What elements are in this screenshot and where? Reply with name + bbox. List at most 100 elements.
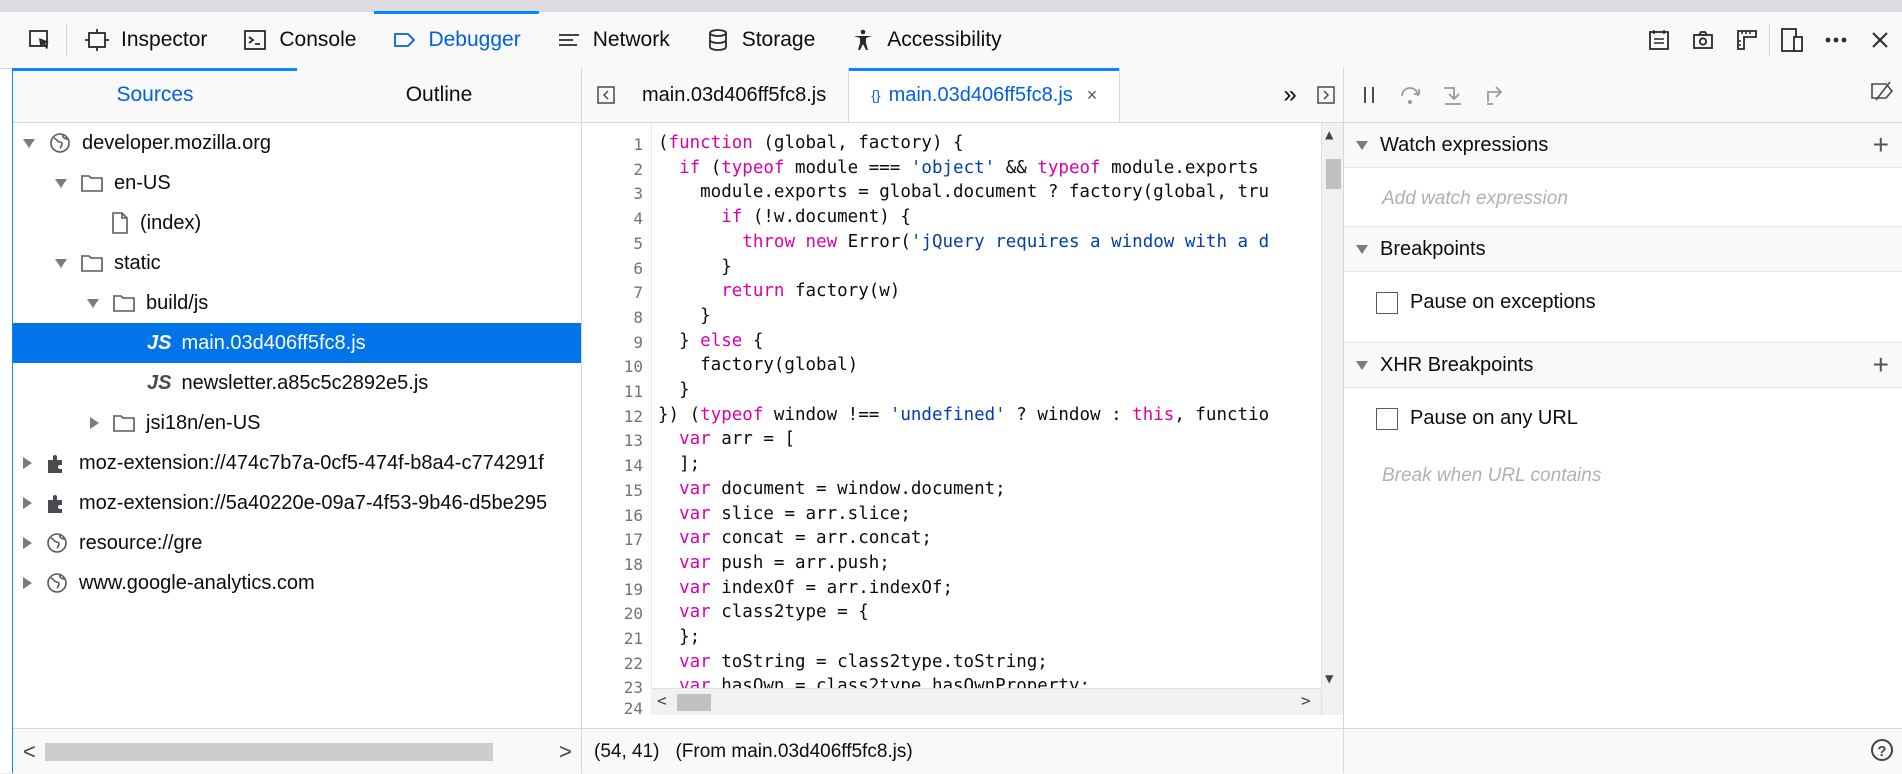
code-line: return factory(w)	[721, 281, 901, 302]
rulers-button[interactable]	[1725, 29, 1769, 51]
tab-outline[interactable]: Outline	[297, 68, 581, 122]
tab-storage-label: Storage	[741, 28, 816, 51]
code-line: if (!w.document) {	[721, 207, 911, 228]
tab-inspector[interactable]: Inspector	[67, 12, 225, 68]
tree-item[interactable]: (index)	[13, 203, 581, 243]
editor-tab-label: main.03d406ff5fc8.js	[888, 83, 1073, 106]
scroll-up-icon[interactable]: ▲	[1325, 127, 1333, 143]
breakpoints-header[interactable]: Breakpoints	[1344, 226, 1902, 272]
pause-on-exceptions-checkbox[interactable]: Pause on exceptions	[1376, 291, 1596, 314]
tree-item[interactable]: moz-extension://5a40220e-09a7-4f53-9b46-…	[13, 483, 581, 523]
add-xhr-breakpoint-icon[interactable]: +	[1873, 349, 1889, 381]
watch-expression-input[interactable]: Add watch expression	[1382, 188, 1568, 210]
tree-item-label: jsi18n/en-US	[146, 411, 261, 434]
scroll-left-icon[interactable]: <	[657, 691, 667, 710]
deactivate-breakpoints-icon	[1870, 80, 1894, 102]
collapse-right-pane-icon	[1317, 86, 1335, 104]
tree-item[interactable]: build/js	[13, 283, 581, 323]
code-line: }	[658, 380, 690, 400]
globe-icon	[46, 572, 68, 594]
tree-item-label: en-US	[114, 171, 171, 194]
line-number: 7	[633, 283, 643, 303]
watch-expressions-header[interactable]: Watch expressions +	[1344, 123, 1902, 168]
toggle-sources-button[interactable]	[592, 81, 620, 109]
more-tabs-button[interactable]: »	[1276, 81, 1304, 109]
sources-tabs: Sources Outline	[13, 68, 581, 123]
cursor-position[interactable]: (54, 41)	[594, 741, 659, 763]
code-line: var slice = arr.slice;	[679, 503, 911, 524]
extension-icon	[46, 452, 68, 474]
tree-item-label: developer.mozilla.org	[82, 131, 271, 154]
element-picker-button[interactable]	[0, 12, 66, 68]
responsive-design-button[interactable]	[1770, 27, 1814, 53]
xhr-url-input[interactable]: Break when URL contains	[1382, 465, 1601, 487]
step-in-icon	[1441, 84, 1465, 106]
sources-horizontal-scrollbar[interactable]: < >	[13, 728, 581, 774]
step-in-button[interactable]	[1432, 84, 1474, 106]
tab-debugger[interactable]: Debugger	[374, 11, 539, 68]
expand-arrow-icon	[1356, 244, 1368, 254]
xhr-breakpoints-header[interactable]: XHR Breakpoints +	[1344, 342, 1902, 388]
step-over-button[interactable]	[1390, 84, 1432, 106]
tab-accessibility[interactable]: Accessibility	[833, 12, 1019, 68]
devtools-toolbar: Inspector Console Debugger Network Stora…	[0, 11, 1902, 69]
code-line: } else {	[658, 330, 764, 351]
pause-button[interactable]	[1348, 85, 1390, 105]
tab-network[interactable]: Network	[539, 12, 688, 68]
scrollbar-thumb[interactable]	[1326, 159, 1341, 189]
tree-item-label: build/js	[146, 291, 209, 314]
step-out-button[interactable]	[1474, 84, 1516, 106]
tree-item[interactable]: JS newsletter.a85c5c2892e5.js	[13, 363, 581, 403]
tab-storage[interactable]: Storage	[688, 12, 834, 68]
tree-item-label: (index)	[140, 211, 202, 234]
scroll-right-icon[interactable]: >	[1301, 691, 1311, 710]
tree-item[interactable]: www.google-analytics.com	[13, 563, 581, 603]
collapsed-arrow-icon	[90, 417, 99, 429]
tree-item[interactable]: jsi18n/en-US	[13, 403, 581, 443]
tab-console[interactable]: Console	[225, 12, 374, 68]
deactivate-breakpoints-button[interactable]	[1861, 80, 1902, 102]
step-over-icon	[1399, 84, 1423, 106]
editor-vertical-scrollbar[interactable]: ▲ ▼	[1321, 123, 1344, 715]
debugger-command-bar	[1344, 68, 1902, 123]
scrollbar-thumb[interactable]	[45, 743, 493, 761]
close-tab-icon[interactable]: ×	[1087, 85, 1098, 106]
close-devtools-button[interactable]	[1858, 30, 1902, 50]
screenshot-button[interactable]	[1681, 29, 1725, 51]
line-number: 24	[623, 699, 643, 715]
code-line: }) (typeof window !== 'undefined' ? wind…	[658, 404, 1270, 425]
tree-item[interactable]: resource://gre	[13, 523, 581, 563]
scroll-down-icon[interactable]: ▼	[1325, 671, 1333, 687]
code-line: var class2type = {	[679, 602, 869, 623]
editor-tab[interactable]: main.03d406ff5fc8.js	[620, 68, 848, 122]
tab-sources[interactable]: Sources	[13, 68, 297, 122]
line-number: 5	[633, 233, 643, 253]
scrollbar-thumb[interactable]	[677, 694, 711, 711]
scroll-left-icon[interactable]: <	[23, 739, 36, 765]
tree-item[interactable]: developer.mozilla.org	[13, 123, 581, 163]
help-icon[interactable]: ?	[1871, 739, 1893, 761]
editor-tab-active[interactable]: {} main.03d406ff5fc8.js ×	[848, 68, 1121, 122]
line-number: 1	[633, 135, 643, 154]
tree-item[interactable]: en-US	[13, 163, 581, 203]
code-editor[interactable]: 1 2 3 4 5 6 7 8 9 10 11 12 13 14 15 16 1…	[582, 123, 1344, 715]
debugger-icon	[392, 28, 416, 52]
split-console-icon	[1648, 29, 1670, 51]
pause-on-any-url-checkbox[interactable]: Pause on any URL	[1376, 407, 1578, 430]
scroll-right-icon[interactable]: >	[559, 739, 572, 765]
editor-horizontal-scrollbar[interactable]: < >	[651, 688, 1321, 715]
tree-item-selected[interactable]: JS main.03d406ff5fc8.js	[13, 323, 581, 363]
line-number-gutter[interactable]: 1 2 3 4 5 6 7 8 9 10 11 12 13 14 15 16 1…	[582, 123, 652, 715]
tree-item[interactable]: static	[13, 243, 581, 283]
source-mapped-from[interactable]: (From main.03d406ff5fc8.js)	[675, 741, 912, 763]
line-number: 20	[623, 604, 643, 624]
split-console-button[interactable]	[1637, 29, 1681, 51]
xhr-breakpoints-title: XHR Breakpoints	[1380, 353, 1534, 376]
toggle-debugger-pane-button[interactable]	[1312, 81, 1340, 109]
line-number: 9	[633, 332, 643, 352]
add-watch-expression-icon[interactable]: +	[1873, 129, 1889, 161]
folder-icon	[81, 254, 103, 272]
tree-item[interactable]: moz-extension://474c7b7a-0cf5-474f-b8a4-…	[13, 443, 581, 483]
more-options-button[interactable]	[1814, 36, 1858, 44]
line-number: 18	[623, 554, 643, 574]
